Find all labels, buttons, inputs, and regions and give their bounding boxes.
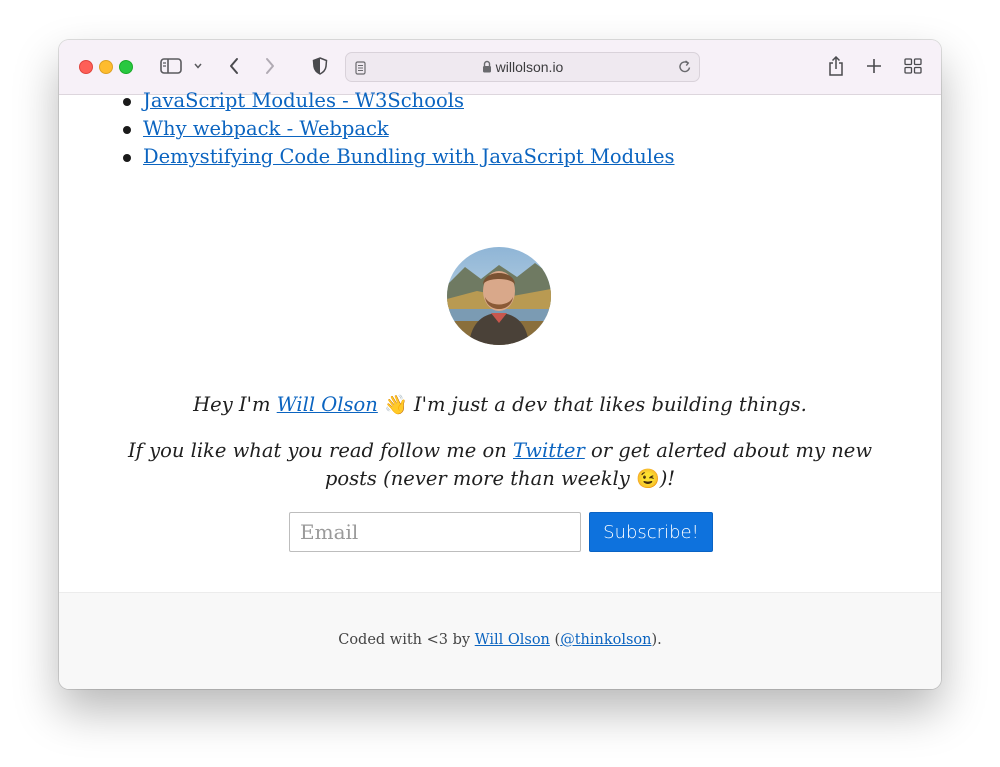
sidebar-toggle-icon[interactable] bbox=[159, 54, 183, 78]
twitter-link[interactable]: Twitter bbox=[513, 439, 585, 462]
follow-paragraph: If you like what you read follow me on T… bbox=[99, 437, 901, 493]
footer-close: ). bbox=[651, 632, 662, 648]
forward-icon[interactable] bbox=[259, 54, 281, 78]
intro-line: Hey I'm Will Olson 👋 I'm just a dev that… bbox=[99, 391, 901, 419]
privacy-shield-icon[interactable] bbox=[309, 54, 331, 78]
minimize-window-button[interactable] bbox=[99, 60, 113, 74]
url-text: willolson.io bbox=[495, 59, 564, 75]
footer-author-link[interactable]: Will Olson bbox=[475, 632, 550, 648]
chevron-down-icon[interactable] bbox=[191, 54, 205, 78]
page-content: JavaScript Modules - W3Schools Why webpa… bbox=[59, 89, 941, 592]
list-item: Demystifying Code Bundling with JavaScri… bbox=[123, 143, 675, 171]
address-bar[interactable]: willolson.io bbox=[345, 52, 700, 82]
tab-overview-icon[interactable] bbox=[902, 54, 924, 78]
footer-twitter-handle-link[interactable]: @thinkolson bbox=[560, 632, 651, 648]
page-footer: Coded with <3 by Will Olson (@thinkolson… bbox=[59, 592, 941, 689]
reload-icon[interactable] bbox=[678, 59, 692, 78]
zoom-window-button[interactable] bbox=[119, 60, 133, 74]
reference-link-w3schools[interactable]: JavaScript Modules - W3Schools bbox=[143, 89, 464, 112]
close-window-button[interactable] bbox=[79, 60, 93, 74]
email-input[interactable] bbox=[289, 512, 581, 552]
new-tab-plus-icon[interactable] bbox=[863, 54, 885, 78]
footer-prefix: Coded with <3 by bbox=[338, 632, 475, 648]
winking-face-emoji: 😉 bbox=[636, 468, 660, 490]
reference-link-webpack[interactable]: Why webpack - Webpack bbox=[143, 117, 389, 140]
waving-hand-emoji: 👋 bbox=[384, 394, 408, 416]
footer-open-paren: ( bbox=[549, 632, 561, 648]
share-icon[interactable] bbox=[825, 54, 847, 78]
reference-list: JavaScript Modules - W3Schools Why webpa… bbox=[123, 87, 675, 171]
author-name-link[interactable]: Will Olson bbox=[277, 393, 378, 416]
list-item: Why webpack - Webpack bbox=[123, 115, 675, 143]
browser-window: willolson.io JavaScript Modules - W3Scho… bbox=[59, 40, 941, 689]
follow-prefix: If you like what you read follow me on bbox=[127, 439, 513, 462]
intro-suffix: I'm just a dev that likes building thing… bbox=[407, 393, 807, 416]
footer-credit: Coded with <3 by Will Olson (@thinkolson… bbox=[59, 632, 941, 648]
list-item: JavaScript Modules - W3Schools bbox=[123, 87, 675, 115]
intro-prefix: Hey I'm bbox=[193, 393, 277, 416]
lock-icon bbox=[482, 60, 492, 76]
author-avatar bbox=[447, 247, 551, 345]
reference-link-bundling[interactable]: Demystifying Code Bundling with JavaScri… bbox=[143, 145, 675, 168]
follow-end: )! bbox=[659, 467, 676, 490]
subscribe-button[interactable]: Subscribe! bbox=[589, 512, 713, 552]
back-icon[interactable] bbox=[223, 54, 245, 78]
